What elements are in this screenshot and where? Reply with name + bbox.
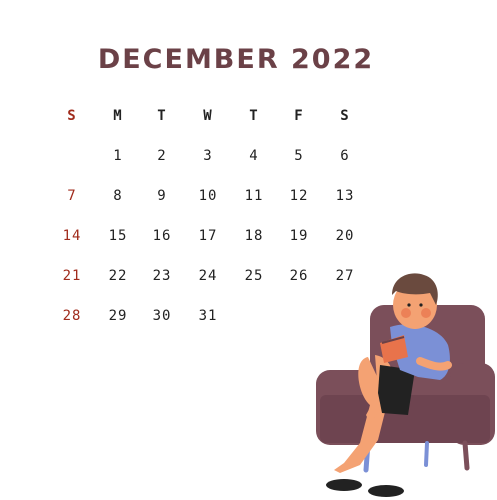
weekday-header: W — [203, 108, 213, 124]
calendar-day: 15 — [108, 228, 128, 244]
boy-head — [392, 273, 438, 329]
calendar-day: 22 — [108, 268, 128, 284]
calendar-day: 23 — [152, 268, 172, 284]
reading-boy-illustration — [316, 273, 495, 497]
calendar-day: 6 — [340, 148, 350, 164]
calendar-day: 21 — [62, 268, 82, 284]
calendar-day: 31 — [198, 308, 218, 324]
calendar-day: 16 — [152, 228, 172, 244]
calendar-day: 7 — [67, 188, 77, 204]
calendar-day: 4 — [249, 148, 259, 164]
calendar-day: 1 — [113, 148, 123, 164]
calendar-day: 11 — [244, 188, 264, 204]
calendar-day: 24 — [198, 268, 218, 284]
calendar-day: 12 — [289, 188, 309, 204]
calendar-day: 3 — [203, 148, 213, 164]
weekday-header: F — [294, 108, 304, 124]
calendar-day: 20 — [335, 228, 355, 244]
calendar-day: 9 — [157, 188, 167, 204]
weekday-header: T — [157, 108, 167, 124]
calendar-day: 8 — [113, 188, 123, 204]
calendar-day: 14 — [62, 228, 82, 244]
weekday-header: T — [249, 108, 259, 124]
calendar-day: 10 — [198, 188, 218, 204]
weekday-header: S — [340, 108, 350, 124]
calendar-day: 13 — [335, 188, 355, 204]
calendar-day: 28 — [62, 308, 82, 324]
calendar-day: 30 — [152, 308, 172, 324]
calendar-day: 18 — [244, 228, 264, 244]
weekday-header: S — [67, 108, 77, 124]
calendar-day: 19 — [289, 228, 309, 244]
calendar-day: 2 — [157, 148, 167, 164]
calendar-day: 5 — [294, 148, 304, 164]
calendar-day: 25 — [244, 268, 264, 284]
calendar-day: 17 — [198, 228, 218, 244]
shoes — [326, 479, 404, 497]
weekday-header: M — [113, 108, 123, 124]
calendar-day: 29 — [108, 308, 128, 324]
